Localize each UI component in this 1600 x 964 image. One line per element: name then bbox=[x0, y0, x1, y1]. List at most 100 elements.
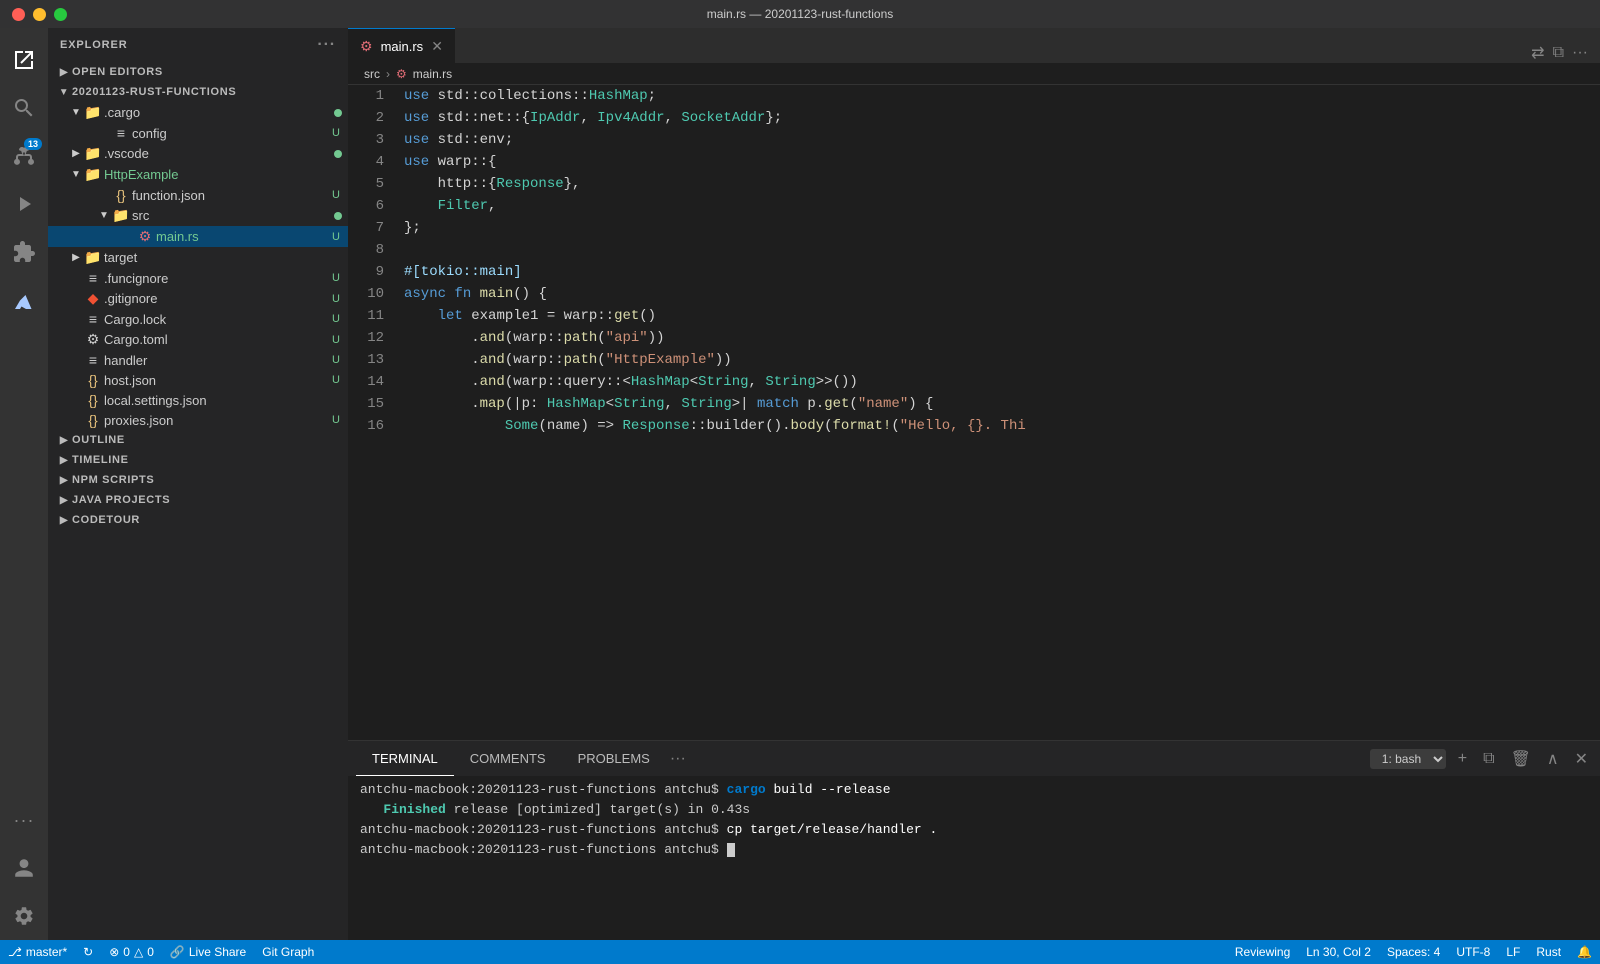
tab-problems[interactable]: PROBLEMS bbox=[562, 741, 666, 776]
tree-item-vscode[interactable]: ▶ 📁 .vscode bbox=[48, 143, 348, 164]
maximize-button[interactable] bbox=[54, 8, 67, 21]
git-graph-label: Git Graph bbox=[262, 945, 314, 959]
file-status-badge: U bbox=[332, 374, 340, 386]
account-icon[interactable] bbox=[0, 844, 48, 892]
sidebar-item-explorer[interactable] bbox=[0, 36, 48, 84]
sidebar-item-search[interactable] bbox=[0, 84, 48, 132]
status-indent[interactable]: Spaces: 4 bbox=[1379, 940, 1448, 964]
status-left: ⎇ master* ↻ ⊗ 0 △ 0 🔗 Live Share Git Gra… bbox=[0, 940, 322, 964]
java-label: JAVA PROJECTS bbox=[72, 494, 170, 506]
more-actions-icon[interactable]: ··· bbox=[1572, 44, 1588, 62]
status-notifications[interactable]: 🔔 bbox=[1569, 940, 1600, 964]
breadcrumb-rust-icon: ⚙ bbox=[396, 67, 407, 81]
status-encoding[interactable]: UTF-8 bbox=[1448, 940, 1498, 964]
sidebar-item-more[interactable]: ··· bbox=[0, 796, 48, 844]
section-java-projects[interactable]: ▶ JAVA PROJECTS bbox=[48, 490, 348, 510]
move-up-button[interactable]: ∧ bbox=[1543, 747, 1563, 771]
tree-item-function-json[interactable]: {} function.json U bbox=[48, 185, 348, 205]
tree-item-handler[interactable]: ≡ handler U bbox=[48, 350, 348, 370]
sidebar-menu-button[interactable]: ··· bbox=[317, 36, 336, 54]
status-eol[interactable]: LF bbox=[1498, 940, 1528, 964]
shell-selector[interactable]: 1: bash bbox=[1370, 749, 1446, 769]
tree-item-cargo[interactable]: ▼ 📁 .cargo bbox=[48, 102, 348, 123]
terminal-body[interactable]: antchu-macbook:20201123-rust-functions a… bbox=[348, 776, 1600, 940]
code-line-15: .map(|p: HashMap<String, String>| match … bbox=[404, 393, 1600, 415]
sidebar-item-azure[interactable] bbox=[0, 280, 48, 328]
chevron-right-icon: ▶ bbox=[56, 495, 72, 506]
tree-item-cargo-toml[interactable]: ⚙ Cargo.toml U bbox=[48, 329, 348, 350]
tree-item-cargo-lock[interactable]: ≡ Cargo.lock U bbox=[48, 309, 348, 329]
tree-item-target[interactable]: ▶ 📁 target bbox=[48, 247, 348, 268]
status-errors[interactable]: ⊗ 0 △ 0 bbox=[101, 940, 162, 964]
chevron-right-icon: ▶ bbox=[68, 148, 84, 159]
section-open-editors[interactable]: ▶ OPEN EDITORS bbox=[48, 62, 348, 82]
editor-area: ⚙ main.rs ✕ ⇄ ⧉ ··· src › ⚙ main.rs 1234… bbox=[348, 28, 1600, 940]
status-git-graph[interactable]: Git Graph bbox=[254, 940, 322, 964]
code-line-13: .and(warp::path("HttpExample")) bbox=[404, 349, 1600, 371]
chevron-right-icon: ▶ bbox=[56, 435, 72, 446]
status-language[interactable]: Rust bbox=[1528, 940, 1569, 964]
code-editor[interactable]: 12345 678910 1112131415 16 use std::coll… bbox=[348, 85, 1600, 740]
section-project[interactable]: ▼ 20201123-RUST-FUNCTIONS bbox=[48, 82, 348, 102]
code-line-1: use std::collections::HashMap; bbox=[404, 85, 1600, 107]
breadcrumb-src[interactable]: src bbox=[364, 67, 380, 81]
section-outline[interactable]: ▶ OUTLINE bbox=[48, 430, 348, 450]
activity-bar: 13 ··· bbox=[0, 28, 48, 940]
split-editor-icon[interactable]: ⧉ bbox=[1553, 44, 1564, 62]
status-sync[interactable]: ↻ bbox=[75, 940, 101, 964]
window-controls[interactable] bbox=[12, 8, 67, 21]
sidebar-item-source-control[interactable]: 13 bbox=[0, 132, 48, 180]
breadcrumb-file[interactable]: main.rs bbox=[413, 67, 452, 81]
tree-item-main-rs[interactable]: ⚙ main.rs U bbox=[48, 226, 348, 247]
status-reviewing[interactable]: Reviewing bbox=[1227, 940, 1298, 964]
split-terminal-button[interactable]: ⧉ bbox=[1479, 748, 1498, 770]
tab-main-rs[interactable]: ⚙ main.rs ✕ bbox=[348, 28, 455, 63]
sidebar-item-run[interactable] bbox=[0, 180, 48, 228]
status-branch[interactable]: ⎇ master* bbox=[0, 940, 75, 964]
bell-icon: 🔔 bbox=[1577, 945, 1592, 959]
tree-item-proxies-json[interactable]: {} proxies.json U bbox=[48, 410, 348, 430]
new-terminal-button[interactable]: + bbox=[1454, 748, 1471, 770]
tab-comments[interactable]: COMMENTS bbox=[454, 741, 562, 776]
modified-dot bbox=[334, 109, 342, 117]
error-count: 0 bbox=[123, 945, 130, 959]
file-status-badge: U bbox=[332, 354, 340, 366]
status-live-share[interactable]: 🔗 Live Share bbox=[162, 940, 254, 964]
live-share-label: Live Share bbox=[189, 945, 246, 959]
close-panel-button[interactable]: ✕ bbox=[1571, 747, 1592, 771]
tab-terminal[interactable]: TERMINAL bbox=[356, 741, 454, 776]
tree-item-label: proxies.json bbox=[102, 413, 332, 428]
tab-close-button[interactable]: ✕ bbox=[431, 38, 443, 55]
close-button[interactable] bbox=[12, 8, 25, 21]
file-icon: ≡ bbox=[112, 125, 130, 141]
tab-label: main.rs bbox=[381, 39, 424, 54]
settings-icon[interactable] bbox=[0, 892, 48, 940]
minimize-button[interactable] bbox=[33, 8, 46, 21]
delete-terminal-button[interactable]: 🗑 bbox=[1507, 747, 1535, 771]
tree-item-funcignore[interactable]: ≡ .funcignore U bbox=[48, 268, 348, 288]
tree-item-label: .vscode bbox=[102, 146, 334, 161]
diff-icon[interactable]: ⇄ bbox=[1531, 43, 1544, 63]
terminal-line-1: antchu-macbook:20201123-rust-functions a… bbox=[360, 780, 1588, 800]
section-npm-scripts[interactable]: ▶ NPM SCRIPTS bbox=[48, 470, 348, 490]
tree-item-gitignore[interactable]: ◆ .gitignore U bbox=[48, 288, 348, 309]
file-status-badge: U bbox=[332, 272, 340, 284]
file-icon: ≡ bbox=[84, 352, 102, 368]
tree-item-host-json[interactable]: {} host.json U bbox=[48, 370, 348, 390]
tree-item-httpexample[interactable]: ▼ 📁 HttpExample bbox=[48, 164, 348, 185]
tree-item-label: config bbox=[130, 126, 332, 141]
tree-item-local-settings[interactable]: {} local.settings.json bbox=[48, 390, 348, 410]
tree-item-config[interactable]: ≡ config U bbox=[48, 123, 348, 143]
section-codetour[interactable]: ▶ CODETOUR bbox=[48, 510, 348, 530]
folder-icon: 📁 bbox=[84, 249, 102, 266]
chevron-down-icon: ▼ bbox=[96, 210, 112, 221]
terminal-container: TERMINAL COMMENTS PROBLEMS ··· 1: bash + bbox=[348, 740, 1600, 940]
status-cursor-position[interactable]: Ln 30, Col 2 bbox=[1298, 940, 1379, 964]
section-timeline[interactable]: ▶ TIMELINE bbox=[48, 450, 348, 470]
sidebar-item-extensions[interactable] bbox=[0, 228, 48, 276]
source-control-badge: 13 bbox=[24, 138, 42, 150]
terminal-tab-more[interactable]: ··· bbox=[670, 750, 686, 768]
file-status-badge: U bbox=[332, 334, 340, 346]
breadcrumb: src › ⚙ main.rs bbox=[348, 63, 1600, 85]
tree-item-src[interactable]: ▼ 📁 src bbox=[48, 205, 348, 226]
